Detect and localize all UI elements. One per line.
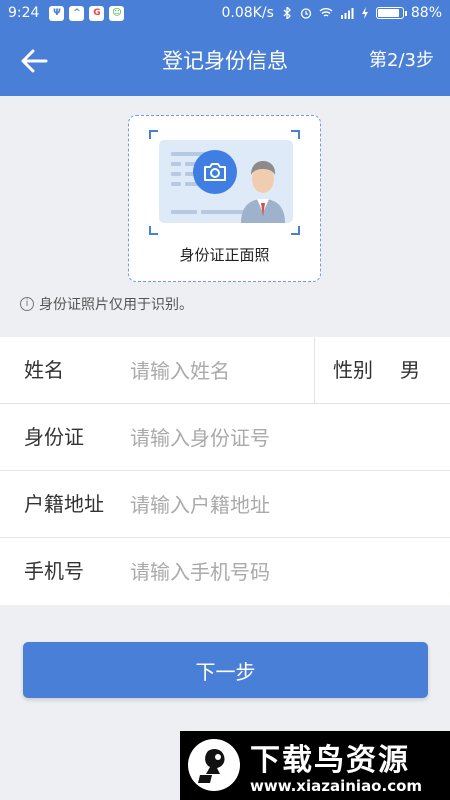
camera-icon[interactable]: [193, 150, 237, 194]
address-row: 户籍地址: [0, 471, 450, 538]
frame-corner: [149, 226, 158, 235]
privacy-hint: i 身份证照片仅用于识别。: [20, 294, 193, 314]
info-icon: i: [20, 297, 34, 311]
phone-input[interactable]: [130, 550, 420, 593]
battery-icon: [375, 7, 407, 19]
gender-value[interactable]: 男: [400, 337, 420, 404]
id-number-input[interactable]: [130, 416, 420, 459]
charging-icon: [361, 7, 368, 19]
scan-frame: [149, 130, 300, 235]
watermark-url: www.xiazainiao.com: [250, 777, 423, 795]
name-input[interactable]: [130, 349, 300, 392]
identity-form: 姓名 性别 男 身份证 户籍地址 手机号: [0, 337, 450, 605]
frame-corner: [291, 130, 300, 139]
app-header: 登记身份信息 第2/3步: [0, 26, 450, 96]
frame-corner: [149, 130, 158, 139]
signal-icon: [340, 8, 354, 19]
person-portrait-icon: [241, 161, 285, 223]
name-row: 姓名 性别 男: [0, 337, 450, 404]
watermark-title: 下载鸟资源: [250, 743, 410, 778]
id-number-row: 身份证: [0, 404, 450, 471]
next-step-button[interactable]: 下一步: [23, 642, 428, 698]
phone-label: 手机号: [24, 559, 84, 583]
gender-label: 性别: [333, 358, 373, 382]
frame-corner: [291, 226, 300, 235]
watermark: 下载鸟资源 www.xiazainiao.com: [180, 731, 450, 800]
id-number-label: 身份证: [24, 425, 84, 449]
phone-row: 手机号: [0, 538, 450, 605]
wechat-icon: ☺: [109, 5, 125, 21]
step-indicator: 第2/3步: [369, 50, 434, 71]
id-card-front-upload[interactable]: 身份证正面照: [128, 115, 321, 282]
google-icon: G: [89, 5, 105, 21]
upload-icon: ^: [69, 5, 85, 21]
bird-logo-icon: [188, 739, 240, 791]
gender-selector[interactable]: 性别 男: [314, 337, 450, 404]
name-label: 姓名: [24, 358, 64, 382]
wifi-icon: [319, 8, 333, 17]
battery-percent: 88%: [410, 5, 442, 21]
address-input[interactable]: [130, 483, 420, 526]
usb-icon: Ψ: [49, 5, 65, 21]
status-time: 9:24: [8, 5, 40, 21]
status-bar: 9:24 Ψ ^ G ☺ 0.08K/s 88%: [0, 0, 450, 26]
hint-text: 身份证照片仅用于识别。: [39, 297, 193, 313]
notification-icons: Ψ ^ G ☺: [49, 5, 125, 21]
alarm-icon: [300, 8, 312, 19]
address-label: 户籍地址: [24, 492, 104, 516]
id-card-front-label: 身份证正面照: [179, 246, 270, 264]
bluetooth-icon: [283, 7, 291, 19]
network-speed: 0.08K/s: [221, 5, 274, 21]
